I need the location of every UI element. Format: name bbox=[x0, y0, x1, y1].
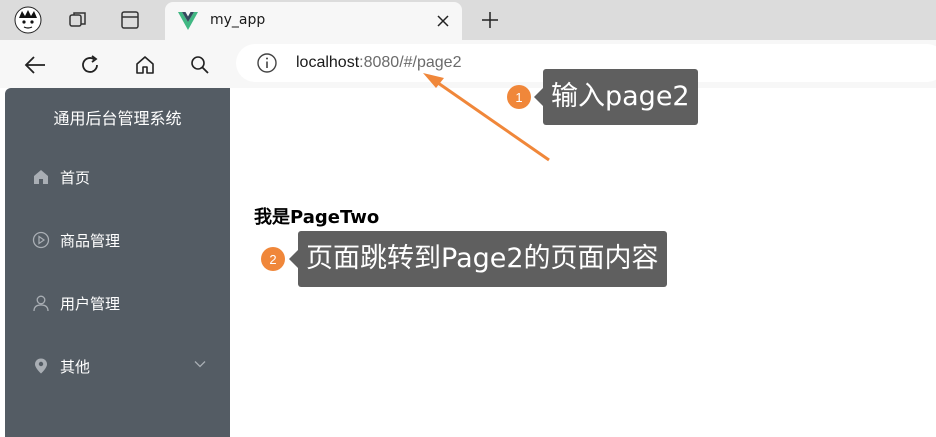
annotation-arrow bbox=[423, 73, 550, 162]
annotation-callout-1: 输入page2 bbox=[534, 69, 698, 125]
annotation-callout-2: 页面跳转到Page2的页面内容 bbox=[289, 231, 667, 287]
annotation-number-2: 2 bbox=[261, 247, 285, 271]
annotation-number-1: 1 bbox=[507, 85, 531, 109]
